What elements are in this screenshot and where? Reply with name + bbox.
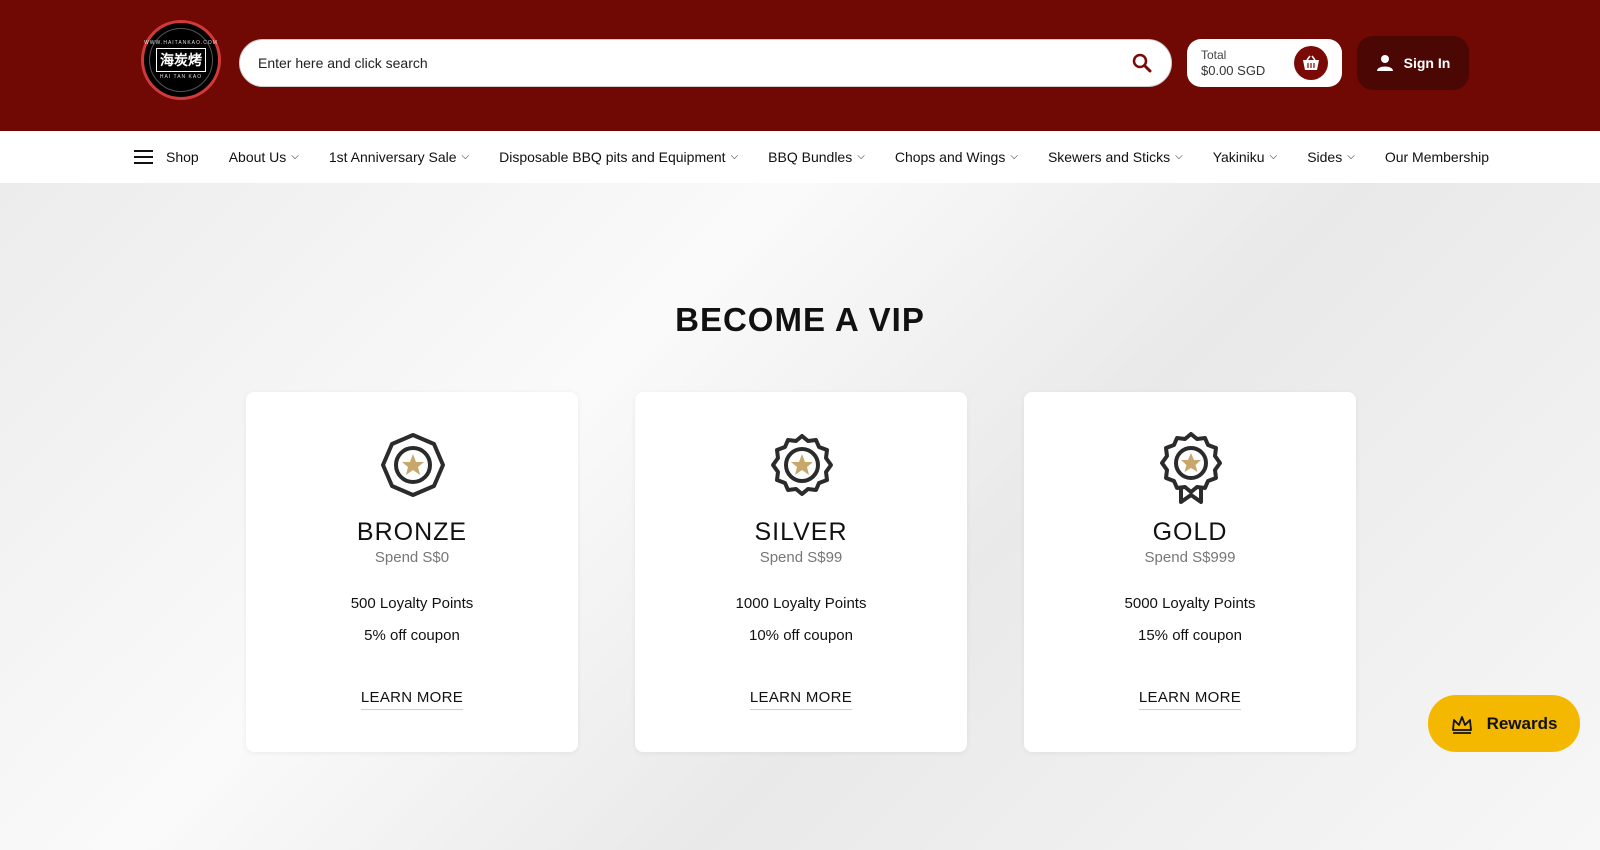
vip-section: BECOME A VIP BRONZE Spend S$0 500 Loyalt… bbox=[0, 183, 1600, 850]
tier-spend: Spend S$0 bbox=[374, 549, 450, 566]
page-title: BECOME A VIP bbox=[675, 301, 925, 338]
bronze-badge-icon bbox=[381, 433, 445, 497]
tier-card-silver: SILVER Spend S$99 1000 Loyalty Points 10… bbox=[635, 392, 967, 752]
learn-more-label[interactable]: LEARN MORE bbox=[749, 689, 853, 710]
gold-badge-icon bbox=[1160, 432, 1222, 504]
logo-main-text: 海炭烤 bbox=[156, 48, 206, 72]
nav-yakiniku[interactable]: Yakiniku ⌵ bbox=[1213, 149, 1277, 165]
search-bar bbox=[239, 39, 1172, 87]
cart-amount: $0.00 SGD bbox=[1201, 63, 1266, 78]
nav-item-label: Sides bbox=[1307, 149, 1343, 165]
learn-more-link[interactable]: LEARN MORE bbox=[635, 689, 967, 710]
tier-name: SILVER bbox=[754, 518, 848, 546]
nav-item-label: 1st Anniversary Sale bbox=[328, 149, 457, 165]
learn-more-link[interactable]: LEARN MORE bbox=[1024, 689, 1356, 710]
sign-in-label: Sign In bbox=[1403, 55, 1451, 71]
nav-chops-wings[interactable]: Chops and Wings ⌵ bbox=[895, 149, 1018, 165]
tier-points: 500 Loyalty Points bbox=[350, 595, 474, 612]
learn-more-link[interactable]: LEARN MORE bbox=[246, 689, 578, 710]
tier-spend: Spend S$99 bbox=[759, 549, 843, 566]
nav-sides[interactable]: Sides ⌵ bbox=[1307, 149, 1355, 165]
chevron-down-icon: ⌵ bbox=[1175, 150, 1183, 162]
tier-name: BRONZE bbox=[356, 518, 468, 546]
chevron-down-icon: ⌵ bbox=[291, 150, 299, 162]
nav-item-label: Disposable BBQ pits and Equipment bbox=[499, 149, 726, 165]
rewards-label: Rewards bbox=[1486, 713, 1558, 733]
tier-card-bronze: BRONZE Spend S$0 500 Loyalty Points 5% o… bbox=[246, 392, 578, 752]
silver-badge-icon bbox=[771, 434, 833, 496]
tier-coupon: 15% off coupon bbox=[1138, 627, 1242, 644]
site-logo[interactable]: WWW.HAITANKAO.COM 海炭烤 HAI TAN KAO bbox=[141, 20, 221, 100]
chevron-down-icon: ⌵ bbox=[1010, 150, 1018, 162]
search-icon[interactable] bbox=[1131, 52, 1153, 74]
nav-item-label: Our Membership bbox=[1384, 149, 1490, 165]
tier-coupon: 10% off coupon bbox=[749, 627, 853, 644]
tier-points: 5000 Loyalty Points bbox=[1124, 595, 1256, 612]
nav-item-label: BBQ Bundles bbox=[768, 149, 853, 165]
nav-bbq-bundles[interactable]: BBQ Bundles ⌵ bbox=[768, 149, 865, 165]
tier-name: GOLD bbox=[1152, 518, 1228, 546]
rewards-button[interactable]: Rewards bbox=[1428, 695, 1580, 752]
tier-points: 1000 Loyalty Points bbox=[735, 595, 867, 612]
chevron-down-icon: ⌵ bbox=[1269, 150, 1278, 162]
nav-item-label: Skewers and Sticks bbox=[1047, 149, 1171, 165]
nav-disposable-bbq[interactable]: Disposable BBQ pits and Equipment ⌵ bbox=[499, 149, 738, 165]
learn-more-label[interactable]: LEARN MORE bbox=[360, 689, 464, 710]
nav-anniversary-sale[interactable]: 1st Anniversary Sale ⌵ bbox=[329, 149, 469, 165]
nav-shop[interactable]: Shop bbox=[134, 149, 199, 165]
chevron-down-icon: ⌵ bbox=[730, 150, 739, 162]
chevron-down-icon: ⌵ bbox=[857, 150, 865, 162]
main-nav: Shop About Us ⌵ 1st Anniversary Sale ⌵ D… bbox=[0, 131, 1600, 183]
nav-skewers-sticks[interactable]: Skewers and Sticks ⌵ bbox=[1048, 149, 1183, 165]
cart-button[interactable] bbox=[1294, 46, 1328, 80]
chevron-down-icon: ⌵ bbox=[1347, 150, 1355, 162]
nav-about-us[interactable]: About Us ⌵ bbox=[229, 149, 299, 165]
nav-item-label: Yakiniku bbox=[1212, 149, 1265, 165]
user-icon bbox=[1376, 55, 1393, 71]
sign-in-button[interactable]: Sign In bbox=[1357, 36, 1469, 90]
nav-shop-label: Shop bbox=[166, 149, 199, 165]
nav-item-label: Chops and Wings bbox=[894, 149, 1006, 165]
search-input[interactable] bbox=[258, 55, 1131, 71]
cart-total-label: Total bbox=[1201, 48, 1227, 62]
basket-icon bbox=[1303, 55, 1319, 70]
logo-sub-text: HAI TAN KAO bbox=[159, 74, 203, 80]
menu-icon bbox=[134, 150, 153, 164]
logo-top-text: WWW.HAITANKAO.COM bbox=[144, 40, 218, 46]
learn-more-label[interactable]: LEARN MORE bbox=[1138, 689, 1242, 710]
tier-card-gold: GOLD Spend S$999 5000 Loyalty Points 15%… bbox=[1024, 392, 1356, 752]
logo-inner: WWW.HAITANKAO.COM 海炭烤 HAI TAN KAO bbox=[144, 28, 217, 92]
chevron-down-icon: ⌵ bbox=[461, 150, 470, 162]
tier-coupon: 5% off coupon bbox=[364, 627, 460, 644]
nav-our-membership[interactable]: Our Membership bbox=[1385, 149, 1489, 165]
cart-summary[interactable]: Total $0.00 SGD bbox=[1187, 39, 1342, 87]
tier-spend: Spend S$999 bbox=[1144, 549, 1236, 566]
site-header: WWW.HAITANKAO.COM 海炭烤 HAI TAN KAO Total … bbox=[0, 0, 1600, 131]
crown-icon bbox=[1451, 715, 1472, 734]
cart-text: Total $0.00 SGD bbox=[1201, 47, 1265, 79]
nav-item-label: About Us bbox=[228, 149, 287, 165]
